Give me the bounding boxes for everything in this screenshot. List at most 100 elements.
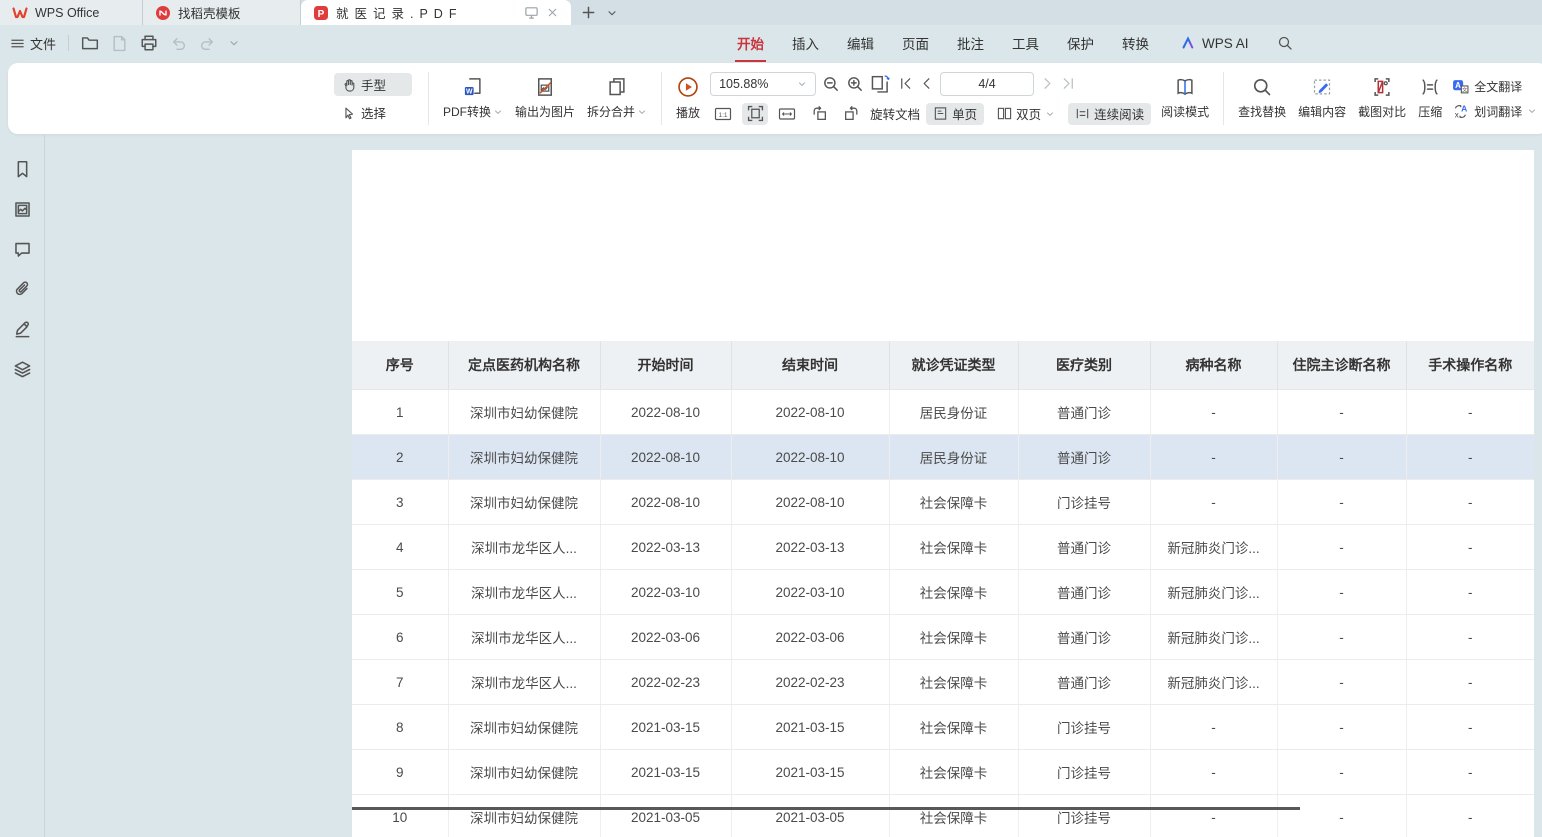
save-icon[interactable] <box>111 35 128 52</box>
menu-item-工具[interactable]: 工具 <box>1012 33 1039 53</box>
zoom-in-icon[interactable] <box>846 75 864 93</box>
tab-medical-record-pdf[interactable]: P 就医记录.PDF <box>301 0 571 25</box>
table-row[interactable]: 6深圳市龙华区人...2022-03-062022-03-06社会保障卡普通门诊… <box>352 615 1534 660</box>
pdf-convert-button[interactable]: W PDF转换 <box>437 63 509 134</box>
table-cell: - <box>1150 705 1277 750</box>
read-mode-button[interactable]: 阅读模式 <box>1155 63 1215 134</box>
tab-label: 找稻壳模板 <box>178 3 241 22</box>
table-cell: - <box>1150 480 1277 525</box>
table-cell: 9 <box>352 750 448 795</box>
svg-text:A: A <box>1461 103 1467 113</box>
table-cell: 2022-02-23 <box>600 660 731 705</box>
open-folder-icon[interactable] <box>81 34 99 52</box>
menu-item-批注[interactable]: 批注 <box>957 33 984 53</box>
table-row[interactable]: 1深圳市妇幼保健院2022-08-102022-08-10居民身份证普通门诊--… <box>352 390 1534 435</box>
new-tab-icon[interactable] <box>581 5 596 20</box>
fit-page-button[interactable] <box>742 103 768 125</box>
hand-tool-button[interactable]: 手型 <box>334 73 412 96</box>
screen-share-icon[interactable] <box>524 5 539 20</box>
divider <box>428 72 429 125</box>
page-switch-icon[interactable] <box>870 74 892 94</box>
comment-icon[interactable] <box>13 240 32 259</box>
menu-item-开始[interactable]: 开始 <box>737 33 764 53</box>
screenshot-compare-button[interactable]: 截图对比 <box>1352 63 1412 134</box>
table-cell: 普通门诊 <box>1018 615 1150 660</box>
rotate-doc-label[interactable]: 旋转文档 <box>870 104 920 123</box>
zoom-out-icon[interactable] <box>822 75 840 93</box>
fit-width-button[interactable] <box>774 103 800 125</box>
table-cell: - <box>1150 795 1277 837</box>
table-row[interactable]: 4深圳市龙华区人...2022-03-132022-03-13社会保障卡普通门诊… <box>352 525 1534 570</box>
rotate-right-icon[interactable] <box>838 103 864 125</box>
split-merge-button[interactable]: 拆分合并 <box>581 63 653 134</box>
rotate-left-icon[interactable] <box>806 103 832 125</box>
next-page-icon[interactable] <box>1040 76 1055 91</box>
wps-ai-button[interactable]: WPS AI <box>1181 35 1249 51</box>
table-cell: - <box>1277 705 1406 750</box>
table-row[interactable]: 2深圳市妇幼保健院2022-08-102022-08-10居民身份证普通门诊--… <box>352 435 1534 480</box>
select-tool-button[interactable]: 选择 <box>334 101 412 124</box>
pdf-page[interactable]: 序号定点医药机构名称开始时间结束时间就诊凭证类型医疗类别病种名称住院主诊断名称手… <box>352 150 1534 837</box>
prev-page-icon[interactable] <box>919 76 934 91</box>
table-row[interactable]: 5深圳市龙华区人...2022-03-102022-03-10社会保障卡普通门诊… <box>352 570 1534 615</box>
tab-list-chevron-icon[interactable] <box>606 7 618 19</box>
table-row[interactable]: 9深圳市妇幼保健院2021-03-152021-03-15社会保障卡门诊挂号--… <box>352 750 1534 795</box>
table-cell: - <box>1277 390 1406 435</box>
table-cell: 2022-08-10 <box>731 435 889 480</box>
menu-item-编辑[interactable]: 编辑 <box>847 33 874 53</box>
file-menu-button[interactable]: 文件 <box>10 34 56 53</box>
table-cell: 2 <box>352 435 448 480</box>
zoom-value: 105.88% <box>719 77 768 91</box>
table-cell: - <box>1150 435 1277 480</box>
table-cell: 深圳市龙华区人... <box>448 525 600 570</box>
double-page-button[interactable]: 双页 <box>990 103 1062 125</box>
signature-pen-icon[interactable] <box>13 320 32 339</box>
tab-docer-templates[interactable]: 找稻壳模板 <box>143 0 301 25</box>
table-row[interactable]: 8深圳市妇幼保健院2021-03-152021-03-15社会保障卡门诊挂号--… <box>352 705 1534 750</box>
thumbnail-icon[interactable] <box>13 200 32 219</box>
menu-item-转换[interactable]: 转换 <box>1122 33 1149 53</box>
table-row[interactable]: 10深圳市妇幼保健院2021-03-052021-03-05社会保障卡门诊挂号-… <box>352 795 1534 837</box>
table-cell: 普通门诊 <box>1018 390 1150 435</box>
table-cell: - <box>1150 750 1277 795</box>
hand-icon <box>342 78 356 92</box>
edit-content-button[interactable]: 编辑内容 <box>1292 63 1352 134</box>
find-replace-button[interactable]: 查找替换 <box>1232 63 1292 134</box>
layers-icon[interactable] <box>13 360 32 379</box>
table-cell: - <box>1406 570 1534 615</box>
bookmark-icon[interactable] <box>13 160 32 179</box>
zoom-select[interactable]: 105.88% <box>710 72 816 96</box>
full-translate-button[interactable]: A文 全文翻译 <box>1452 78 1537 95</box>
first-page-icon[interactable] <box>898 76 913 91</box>
menu-item-保护[interactable]: 保护 <box>1067 33 1094 53</box>
actual-size-button[interactable]: 1:1 <box>710 103 736 125</box>
more-chevron-icon[interactable] <box>228 37 240 49</box>
attachment-icon[interactable] <box>13 280 32 299</box>
undo-icon[interactable] <box>170 35 187 52</box>
search-icon[interactable] <box>1277 35 1293 51</box>
menu-item-页面[interactable]: 页面 <box>902 33 929 53</box>
tab-wps-home[interactable]: WPS Office <box>0 0 143 25</box>
continuous-read-button[interactable]: 连续阅读 <box>1068 103 1151 125</box>
word-translate-button[interactable]: xA 划词翻译 <box>1452 103 1537 120</box>
tab-label: WPS Office <box>35 6 99 20</box>
last-page-icon[interactable] <box>1061 76 1076 91</box>
redo-icon[interactable] <box>199 35 216 52</box>
menu-item-插入[interactable]: 插入 <box>792 33 819 53</box>
column-header: 手术操作名称 <box>1406 341 1534 390</box>
close-tab-icon[interactable] <box>546 6 559 19</box>
compress-button[interactable]: 压缩 <box>1412 63 1448 134</box>
continuous-read-label: 连续阅读 <box>1094 104 1144 123</box>
export-image-button[interactable]: 输出为图片 <box>509 63 581 134</box>
page-indicator-box[interactable]: 4/4 <box>940 72 1034 96</box>
table-cell: - <box>1406 750 1534 795</box>
wps-ai-label: WPS AI <box>1202 36 1249 51</box>
table-row[interactable]: 3深圳市妇幼保健院2022-08-102022-08-10社会保障卡门诊挂号--… <box>352 480 1534 525</box>
table-cell: 1 <box>352 390 448 435</box>
print-icon[interactable] <box>140 34 158 52</box>
pdf-file-icon: P <box>313 5 329 21</box>
table-cell: 10 <box>352 795 448 837</box>
play-button[interactable]: 播放 <box>670 63 706 134</box>
table-row[interactable]: 7深圳市龙华区人...2022-02-232022-02-23社会保障卡普通门诊… <box>352 660 1534 705</box>
single-page-button[interactable]: 单页 <box>926 103 984 125</box>
